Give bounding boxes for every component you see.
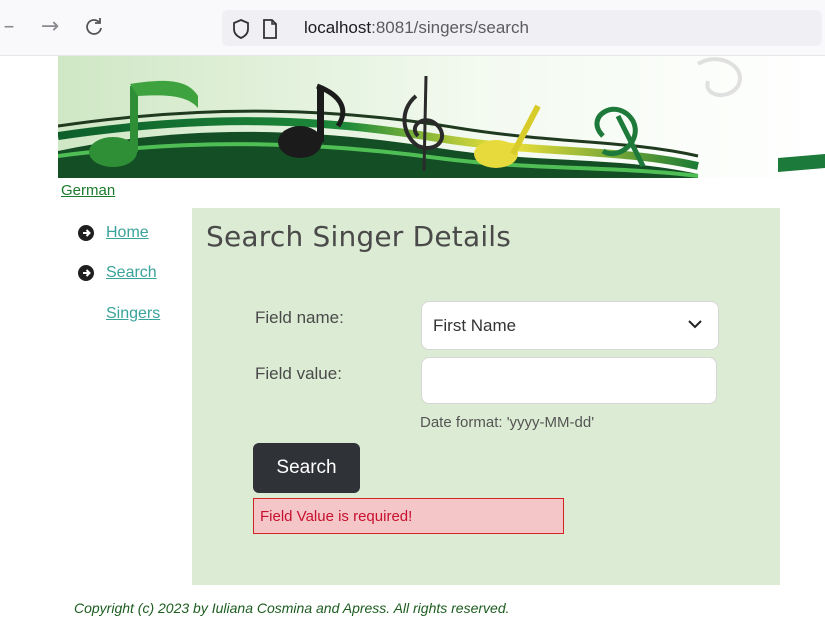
menu-link-search[interactable]: Search — [106, 252, 157, 293]
shield-icon — [233, 19, 249, 39]
menu-link-singers[interactable]: Singers — [106, 293, 160, 334]
footer-copyright: Copyright (c) 2023 by Iuliana Cosmina an… — [74, 600, 510, 616]
field-name-label: Field name: — [255, 308, 344, 327]
field-name-selected-value: First Name — [433, 316, 517, 335]
browser-toolbar: – → localhost:8081/singers/search — [0, 0, 825, 56]
reload-icon — [86, 18, 102, 35]
address-bar[interactable]: localhost:8081/singers/search — [222, 10, 822, 46]
error-message: Field Value is required! — [260, 508, 413, 525]
field-value-input[interactable] — [421, 357, 717, 404]
search-panel: Search Singer Details Field name: First … — [192, 208, 780, 585]
forward-button[interactable]: → — [38, 13, 62, 41]
url-path: :8081/singers/search — [371, 18, 529, 37]
url-text: localhost:8081/singers/search — [304, 18, 529, 38]
arrow-circle-icon — [78, 265, 94, 281]
date-format-hint: Date format: 'yyyy-MM-dd' — [420, 414, 595, 431]
field-value-label: Field value: — [255, 364, 342, 383]
back-button[interactable]: – — [2, 13, 16, 41]
chevron-down-icon — [688, 320, 702, 329]
error-message-box: Field Value is required! — [253, 498, 564, 534]
page-icon — [263, 19, 277, 39]
music-banner-image — [58, 56, 825, 178]
language-link-german[interactable]: German — [61, 182, 115, 199]
menu-link-home[interactable]: Home — [106, 212, 149, 253]
search-button[interactable]: Search — [253, 443, 360, 493]
arrow-circle-icon — [78, 225, 94, 241]
page-title: Search Singer Details — [206, 220, 512, 253]
url-host: localhost — [304, 18, 372, 37]
field-name-select[interactable]: First Name — [421, 301, 719, 350]
reload-button[interactable] — [80, 13, 108, 41]
